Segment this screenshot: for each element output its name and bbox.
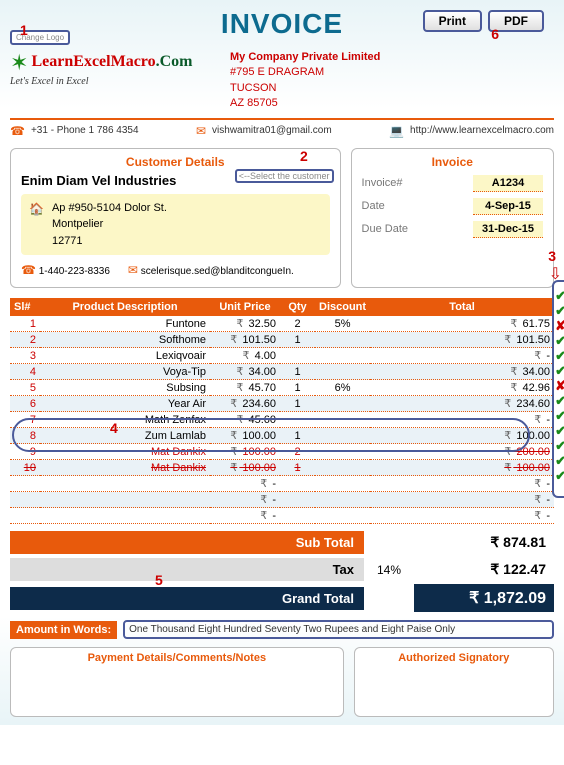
tax-value: 122.47: [503, 561, 546, 577]
tagline: Let's Excel in Excel: [10, 76, 210, 87]
words-label: Amount in Words:: [10, 621, 117, 639]
email-icon: ✉: [196, 124, 206, 138]
check-icon: ✔: [555, 363, 564, 378]
check-icon: ✔: [555, 288, 564, 303]
highlight-oval: [12, 418, 530, 452]
table-row: 3Lexiqvoair₹ 4.00₹ -: [10, 348, 554, 364]
table-row: ₹ -₹ -: [10, 476, 554, 492]
contact-phone: +31 - Phone 1 786 4354: [31, 125, 139, 136]
table-row: 1Funtone₹ 32.5025%₹ 61.75: [10, 316, 554, 332]
col-sl: Sl#: [10, 298, 40, 316]
col-disc: Discount: [315, 298, 370, 316]
company-addr1: #795 E DRAGRAM: [230, 65, 380, 80]
customer-title: Customer Details: [21, 155, 330, 169]
inv-date: 4-Sep-15: [473, 198, 543, 215]
words-value: One Thousand Eight Hundred Seventy Two R…: [123, 620, 554, 639]
table-row: ₹ -₹ -: [10, 508, 554, 524]
cur: ₹: [490, 534, 499, 550]
check-icon: ✔: [555, 438, 564, 453]
signatory-box: Authorized Signatory: [354, 647, 554, 717]
col-desc: Product Description: [40, 298, 210, 316]
company-addr3: AZ 85705: [230, 96, 380, 111]
select-customer-button[interactable]: <--Select the customer: [235, 169, 334, 183]
table-row: 2Softhome₹ 101.501₹ 101.50: [10, 332, 554, 348]
subtotal-label: Sub Total: [10, 531, 364, 554]
home-icon: 🏠: [29, 200, 44, 250]
phone-icon: ☎: [21, 263, 36, 277]
phone-icon: ☎: [10, 124, 25, 138]
inv-num: A1234: [473, 175, 543, 192]
company-address: My Company Private Limited #795 E DRAGRA…: [230, 50, 380, 112]
inv-date-label: Date: [362, 200, 385, 212]
annotation-5: 5: [155, 572, 163, 588]
col-total: Total: [370, 298, 554, 316]
annotation-1: 1: [20, 22, 28, 38]
cust-addr1: Ap #950-5104 Dolor St.: [52, 200, 167, 217]
table-row: 5Subsing₹ 45.7016%₹ 42.96: [10, 380, 554, 396]
check-icon: ✔: [555, 393, 564, 408]
check-icon: ✔: [555, 408, 564, 423]
check-icon: ✔: [555, 423, 564, 438]
inv-due-label: Due Date: [362, 223, 408, 235]
col-price: Unit Price: [210, 298, 280, 316]
table-row: 10Mat Dankix₹ 100.001₹ 100.00: [10, 460, 554, 476]
table-row: 4Voya-Tip₹ 34.001₹ 34.00: [10, 364, 554, 380]
company-addr2: TUCSON: [230, 81, 380, 96]
check-icon: ✔: [555, 468, 564, 483]
cust-phone: 1-440-223-8336: [39, 266, 110, 277]
cust-addr2: Montpelier: [52, 216, 167, 233]
notes-box[interactable]: Payment Details/Comments/Notes: [10, 647, 344, 717]
star-icon: ✶: [10, 50, 28, 76]
grandtotal-value: 1,872.09: [484, 590, 546, 607]
cur: ₹: [490, 561, 499, 577]
invoice-title: Invoice: [362, 155, 543, 169]
line-item-table: Sl# Product Description Unit Price Qty D…: [10, 298, 554, 524]
inv-due: 31-Dec-15: [473, 221, 543, 238]
table-row: 6Year Air₹ 234.601₹ 234.60: [10, 396, 554, 412]
check-column: ✔✔✘✔✔✔✘✔✔✔✔✔✔: [555, 288, 564, 483]
change-logo-button[interactable]: Change Logo: [10, 30, 70, 45]
check-icon: ✔: [555, 348, 564, 363]
check-icon: ✔: [555, 303, 564, 318]
annotation-3: 3: [548, 248, 556, 264]
customer-panel: Customer Details <--Select the customer …: [10, 148, 341, 289]
company-name: My Company Private Limited: [230, 50, 380, 65]
x-icon: ✘: [555, 378, 564, 393]
tax-pct: 14%: [364, 563, 414, 577]
invoice-panel: Invoice Invoice# A1234 Date 4-Sep-15 Due D…: [351, 148, 554, 289]
check-icon: ✔: [555, 333, 564, 348]
annotation-6: 6: [491, 26, 499, 42]
cust-email: scelerisque.sed@blanditcongueIn.: [141, 266, 294, 277]
subtotal-value: 874.81: [503, 534, 546, 550]
cust-addr3: 12771: [52, 233, 167, 250]
contact-web: http://www.learnexcelmacro.com: [410, 125, 554, 136]
col-qty: Qty: [280, 298, 315, 316]
table-row: ₹ -₹ -: [10, 492, 554, 508]
email-icon: ✉: [128, 263, 138, 277]
web-icon: 💻: [389, 124, 404, 138]
annotation-2: 2: [300, 148, 308, 164]
print-button[interactable]: Print: [423, 10, 482, 32]
logo: ✶ LearnExcelMacro.Com Let's Excel in Exc…: [10, 50, 210, 112]
contact-email: vishwamitra01@gmail.com: [212, 125, 332, 136]
cur: ₹: [469, 590, 479, 607]
tax-label: Tax: [10, 558, 364, 581]
grandtotal-label: Grand Total: [10, 587, 364, 610]
x-icon: ✘: [555, 318, 564, 333]
check-icon: ✔: [555, 453, 564, 468]
brand-name: LearnExcelMacro: [32, 53, 156, 70]
brand-suffix: .Com: [156, 53, 193, 70]
inv-num-label: Invoice#: [362, 177, 403, 189]
